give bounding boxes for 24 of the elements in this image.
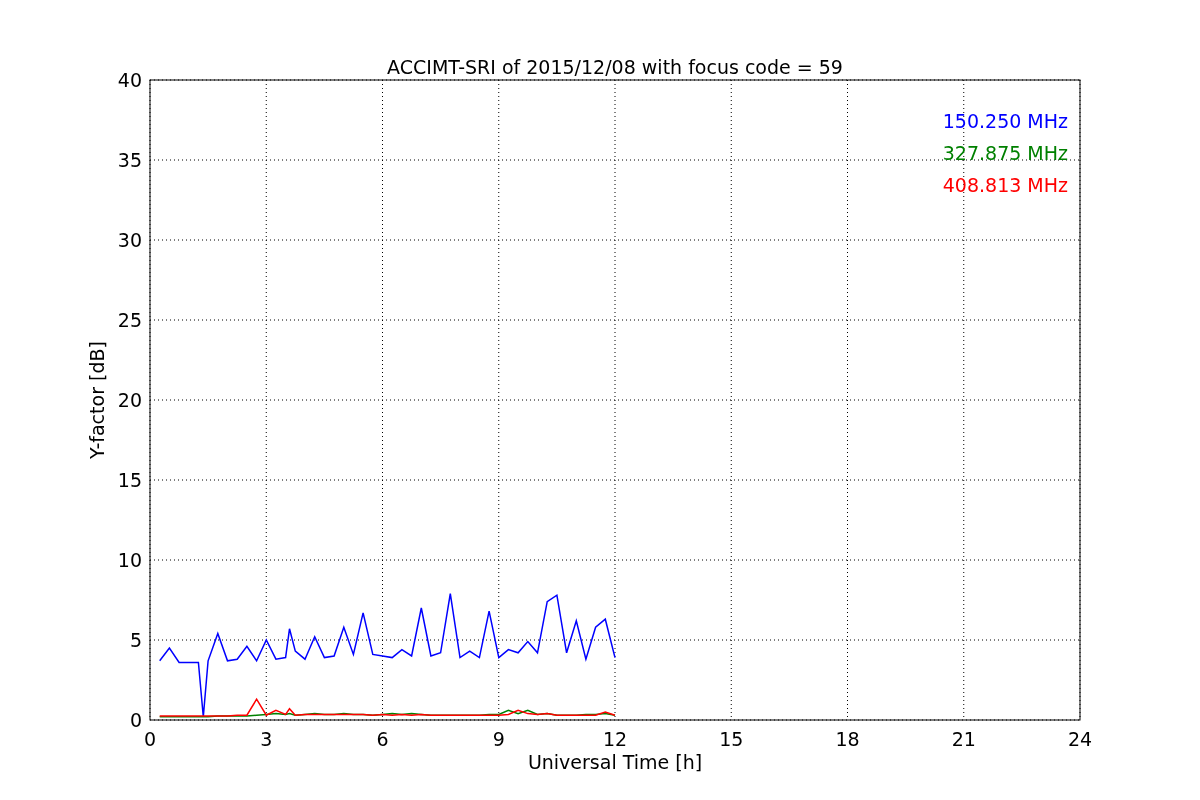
- y-tick-label: 25: [117, 309, 142, 331]
- y-tick-label: 5: [129, 629, 142, 651]
- y-tick-label: 10: [117, 549, 142, 571]
- y-tick-label: 35: [117, 149, 142, 171]
- x-tick-label: 3: [260, 728, 273, 750]
- x-tick-label: 15: [719, 728, 744, 750]
- x-tick-label: 9: [492, 728, 505, 750]
- x-axis-label: Universal Time [h]: [527, 751, 703, 773]
- y-tick-label: 15: [117, 469, 142, 491]
- y-tick-label: 20: [117, 389, 142, 411]
- y-tick-label: 30: [117, 229, 142, 251]
- chart-title: ACCIMT-SRI of 2015/12/08 with focus code = 59: [387, 56, 843, 78]
- x-tick-label: 0: [143, 728, 157, 750]
- x-tick-label: 21: [951, 728, 976, 750]
- x-tick-label: 12: [602, 728, 628, 750]
- y-tick-label: 40: [117, 69, 142, 91]
- x-tick-label: 18: [835, 728, 860, 750]
- x-tick-label: 6: [376, 728, 389, 750]
- legend-label: 150.250 MHz: [942, 110, 1068, 132]
- y-tick-label: 0: [129, 709, 142, 731]
- legend-label: 327.875 MHz: [942, 142, 1068, 164]
- x-tick-label: 24: [1067, 728, 1093, 750]
- y-axis-label: Y-factor [dB]: [86, 341, 108, 459]
- legend-label: 408.813 MHz: [942, 174, 1068, 196]
